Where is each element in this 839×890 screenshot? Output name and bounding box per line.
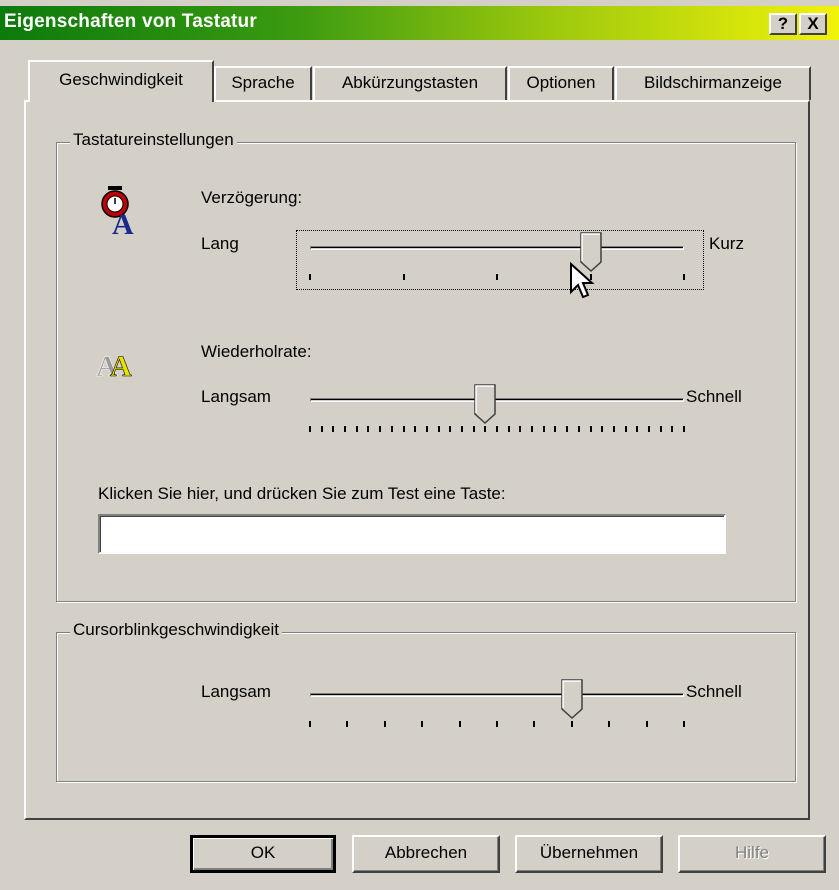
repeat-slider-track bbox=[310, 398, 684, 402]
repeat-slider-tick bbox=[355, 426, 358, 432]
repeat-slider-tick bbox=[612, 426, 615, 432]
cursor-blink-slider-thumb[interactable] bbox=[561, 679, 583, 724]
tab-panel: Tastatureinstellungen A Verzögerung: Lan… bbox=[24, 100, 810, 820]
repeat-slider-tick bbox=[390, 426, 393, 432]
keyboard-properties-dialog: Eigenschaften von Tastatur ? X Geschwind… bbox=[0, 0, 839, 890]
window-title: Eigenschaften von Tastatur bbox=[4, 11, 257, 32]
repeat-slider-tick bbox=[659, 426, 662, 432]
repeat-slider-tick bbox=[577, 426, 580, 432]
tab-sprache[interactable]: Sprache bbox=[214, 66, 312, 100]
repeat-slider-tick bbox=[636, 426, 639, 432]
cursor-slider-tick bbox=[421, 721, 424, 727]
repeat-slider-tick bbox=[425, 426, 428, 432]
keyboard-settings-legend: Tastatureinstellungen bbox=[70, 130, 237, 150]
repeat-rate-slider[interactable] bbox=[296, 382, 704, 442]
mouse-pointer-icon bbox=[569, 261, 595, 302]
repeat-slider-tick bbox=[601, 426, 604, 432]
repeat-slider-tick bbox=[344, 426, 347, 432]
close-button[interactable]: X bbox=[799, 13, 827, 35]
repeat-slider-tick bbox=[542, 426, 545, 432]
repeat-slider-tick bbox=[379, 426, 382, 432]
key-test-input[interactable] bbox=[98, 514, 726, 554]
ok-button[interactable]: OK bbox=[190, 835, 336, 873]
cursor-slider-tick bbox=[346, 721, 349, 727]
delay-clock-icon: A bbox=[96, 186, 136, 241]
tab-optionen[interactable]: Optionen bbox=[508, 66, 614, 100]
repeat-slider-tick bbox=[531, 426, 534, 432]
delay-slider-tick bbox=[309, 274, 311, 280]
delay-slider-tick bbox=[496, 274, 498, 280]
cancel-button[interactable]: Abbrechen bbox=[352, 835, 500, 873]
repeat-rate-icon: A A bbox=[96, 344, 144, 384]
cursor-slider-tick bbox=[496, 721, 498, 727]
test-field-label: Klicken Sie hier, und drücken Sie zum Te… bbox=[98, 484, 506, 503]
svg-text:A: A bbox=[110, 350, 132, 380]
cursor-slider-tick bbox=[458, 721, 461, 727]
repeat-slider-tick bbox=[507, 426, 510, 432]
repeat-slider-tick bbox=[402, 426, 405, 432]
tab-abkuerzungstasten[interactable]: Abkürzungstasten bbox=[313, 66, 507, 100]
cursor-slider-tick bbox=[645, 721, 648, 727]
repeat-slider-tick bbox=[437, 426, 440, 432]
help-title-button[interactable]: ? bbox=[769, 13, 797, 35]
cursor-slider-tick bbox=[683, 721, 685, 727]
delay-max-label: Kurz bbox=[709, 234, 744, 253]
delay-slider-tick bbox=[402, 274, 405, 280]
repeat-slider-tick bbox=[449, 426, 452, 432]
cursor-slider-tick bbox=[383, 721, 386, 727]
cursor-slider-tick bbox=[309, 721, 311, 727]
repeat-slider-tick bbox=[683, 426, 685, 432]
repeat-slider-tick bbox=[367, 426, 370, 432]
cursor-blink-min-label: Langsam bbox=[201, 682, 271, 701]
delay-slider-track bbox=[310, 246, 684, 250]
repeat-slider-tick bbox=[554, 426, 557, 432]
cursor-blink-legend: Cursorblinkgeschwindigkeit bbox=[70, 620, 282, 640]
repeat-slider-tick bbox=[566, 426, 569, 432]
apply-button[interactable]: Übernehmen bbox=[515, 835, 663, 873]
cursor-blink-slider[interactable] bbox=[296, 677, 704, 737]
repeat-slider-tick bbox=[647, 426, 650, 432]
repeat-slider-tick bbox=[332, 426, 335, 432]
delay-slider[interactable] bbox=[296, 230, 704, 290]
tab-bildschirmanzeige[interactable]: Bildschirmanzeige bbox=[615, 66, 811, 100]
repeat-slider-tick bbox=[589, 426, 592, 432]
repeat-slider-tick bbox=[414, 426, 417, 432]
cursor-slider-tick bbox=[608, 721, 611, 727]
repeat-slider-tick bbox=[309, 426, 311, 432]
repeat-min-label: Langsam bbox=[201, 387, 271, 406]
repeat-slider-tick bbox=[519, 426, 522, 432]
delay-slider-tick bbox=[683, 274, 685, 280]
repeat-slider-tick bbox=[320, 426, 323, 432]
svg-text:A: A bbox=[112, 208, 134, 236]
repeat-slider-tick bbox=[460, 426, 463, 432]
help-button[interactable]: Hilfe bbox=[678, 835, 826, 873]
delay-label: Verzögerung: bbox=[201, 188, 303, 207]
repeat-slider-tick bbox=[671, 426, 674, 432]
title-bar[interactable]: Eigenschaften von Tastatur ? X bbox=[0, 6, 839, 40]
delay-min-label: Lang bbox=[201, 234, 239, 253]
repeat-slider-thumb[interactable] bbox=[474, 384, 497, 429]
repeat-rate-label: Wiederholrate: bbox=[201, 342, 312, 361]
cursor-slider-tick bbox=[533, 721, 536, 727]
cursor-blink-slider-track bbox=[310, 693, 684, 697]
repeat-slider-tick bbox=[624, 426, 627, 432]
tab-geschwindigkeit[interactable]: Geschwindigkeit bbox=[28, 60, 214, 102]
